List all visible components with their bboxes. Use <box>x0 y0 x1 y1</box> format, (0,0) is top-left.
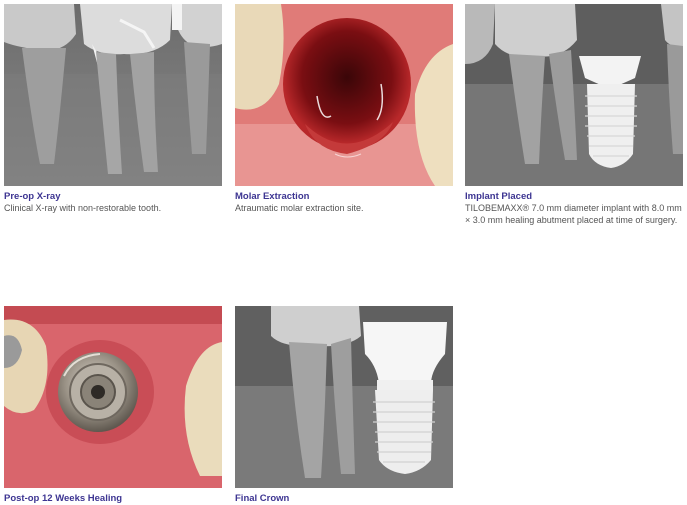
implant-xray-image <box>465 4 683 186</box>
extraction-site-photo <box>235 4 453 186</box>
case-card-pre-op-xray: Pre-op X-ray Clinical X-ray with non-res… <box>4 4 222 215</box>
card-title: Molar Extraction <box>235 191 310 202</box>
card-description: TILOBEMAXX® 7.0 mm diameter implant with… <box>465 203 682 225</box>
case-card-final-crown: Final Crown <box>235 306 453 505</box>
healing-abutment-photo <box>4 306 222 488</box>
case-card-molar-extraction: Molar Extraction Atraumatic molar extrac… <box>235 4 453 215</box>
card-title: Final Crown <box>235 493 290 504</box>
case-card-implant-placed: Implant Placed TILOBEMAXX® 7.0 mm diamet… <box>465 4 683 226</box>
case-card-post-op-healing: Post-op 12 Weeks Healing <box>4 306 222 505</box>
card-title: Implant Placed <box>465 191 533 202</box>
card-title: Post-op 12 Weeks Healing <box>4 493 123 504</box>
card-title: Pre-op X-ray <box>4 191 61 202</box>
final-crown-xray-image <box>235 306 453 488</box>
pre-op-xray-image <box>4 4 222 186</box>
card-description: Clinical X-ray with non-restorable tooth… <box>4 203 162 213</box>
card-description: Atraumatic molar extraction site. <box>235 203 364 213</box>
